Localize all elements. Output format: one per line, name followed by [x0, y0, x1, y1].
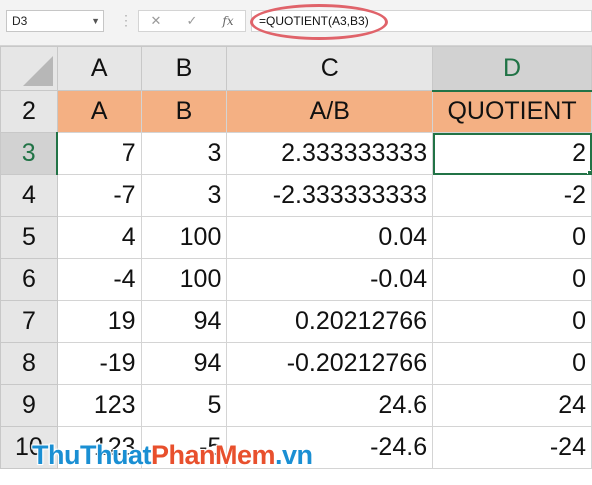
cell-c6[interactable]: -0.04: [226, 258, 434, 301]
row-header[interactable]: 8: [0, 342, 58, 385]
cell-d6[interactable]: 0: [432, 258, 592, 301]
cell-c8[interactable]: -0.20212766: [226, 342, 434, 385]
cell-c2[interactable]: A/B: [226, 90, 434, 133]
cell-b5[interactable]: 100: [140, 216, 228, 259]
cell-a2[interactable]: A: [56, 90, 142, 133]
row-header[interactable]: 4: [0, 174, 58, 217]
cell-d3-value: 2: [572, 139, 586, 167]
cell-b7[interactable]: 94: [140, 300, 228, 343]
insert-function-icon[interactable]: fx: [217, 11, 239, 31]
select-all-corner[interactable]: [0, 46, 58, 91]
row-header[interactable]: 9: [0, 384, 58, 427]
name-box[interactable]: D3 ▼: [6, 10, 104, 32]
cell-d7[interactable]: 0: [432, 300, 592, 343]
cancel-icon[interactable]: ✕: [145, 11, 167, 31]
cell-a3[interactable]: 7: [56, 132, 142, 175]
cell-d5[interactable]: 0: [432, 216, 592, 259]
enter-icon[interactable]: ✓: [181, 11, 203, 31]
cell-d3-selected[interactable]: 2: [432, 132, 592, 175]
cell-d10[interactable]: -24: [432, 426, 592, 469]
fill-handle[interactable]: [587, 170, 591, 174]
cell-a4[interactable]: -7: [56, 174, 142, 217]
cell-b4[interactable]: 3: [140, 174, 228, 217]
cell-c10[interactable]: -24.6: [226, 426, 434, 469]
cell-a9[interactable]: 123: [56, 384, 142, 427]
cell-c5[interactable]: 0.04: [226, 216, 434, 259]
name-box-value: D3: [12, 14, 28, 28]
cell-b2[interactable]: B: [140, 90, 228, 133]
cell-d9[interactable]: 24: [432, 384, 592, 427]
grid-table: A B C D 2 A B A/B QUOTIENT 3 7 3 2.33333…: [0, 46, 592, 469]
row-header[interactable]: 6: [0, 258, 58, 301]
cell-a7[interactable]: 19: [56, 300, 142, 343]
chevron-down-icon[interactable]: ▼: [91, 11, 100, 31]
row-header[interactable]: 3: [0, 132, 59, 175]
formula-bar-grip-icon: ⋮: [119, 12, 133, 28]
cell-b6[interactable]: 100: [140, 258, 228, 301]
select-all-triangle-icon: [22, 56, 53, 86]
cell-a10[interactable]: 123: [56, 426, 142, 469]
cell-b10[interactable]: -5: [140, 426, 228, 469]
cell-c3[interactable]: 2.333333333: [226, 132, 434, 175]
cell-c9[interactable]: 24.6: [226, 384, 434, 427]
cell-b9[interactable]: 5: [140, 384, 228, 427]
cell-b3[interactable]: 3: [140, 132, 228, 175]
spreadsheet-grid: A B C D 2 A B A/B QUOTIENT 3 7 3 2.33333…: [0, 46, 592, 469]
cell-d8[interactable]: 0: [432, 342, 592, 385]
row-header[interactable]: 5: [0, 216, 58, 259]
cell-d2[interactable]: QUOTIENT: [432, 90, 592, 133]
column-header-a[interactable]: A: [56, 46, 142, 91]
cell-a5[interactable]: 4: [56, 216, 142, 259]
row-header[interactable]: 10: [0, 426, 58, 469]
cell-a6[interactable]: -4: [56, 258, 142, 301]
formula-input[interactable]: =QUOTIENT(A3,B3): [251, 10, 592, 32]
cell-b8[interactable]: 94: [140, 342, 228, 385]
cell-a8[interactable]: -19: [56, 342, 142, 385]
cell-c4[interactable]: -2.333333333: [226, 174, 434, 217]
formula-bar: D3 ▼ ⋮ ✕ ✓ fx =QUOTIENT(A3,B3): [0, 0, 592, 46]
row-header[interactable]: 2: [0, 90, 58, 133]
column-header-b[interactable]: B: [140, 46, 228, 91]
row-header[interactable]: 7: [0, 300, 58, 343]
cell-c7[interactable]: 0.20212766: [226, 300, 434, 343]
column-header-d[interactable]: D: [432, 46, 592, 92]
column-header-c[interactable]: C: [226, 46, 434, 91]
cell-d4[interactable]: -2: [432, 174, 592, 217]
formula-bar-tools: ✕ ✓ fx: [138, 10, 246, 32]
